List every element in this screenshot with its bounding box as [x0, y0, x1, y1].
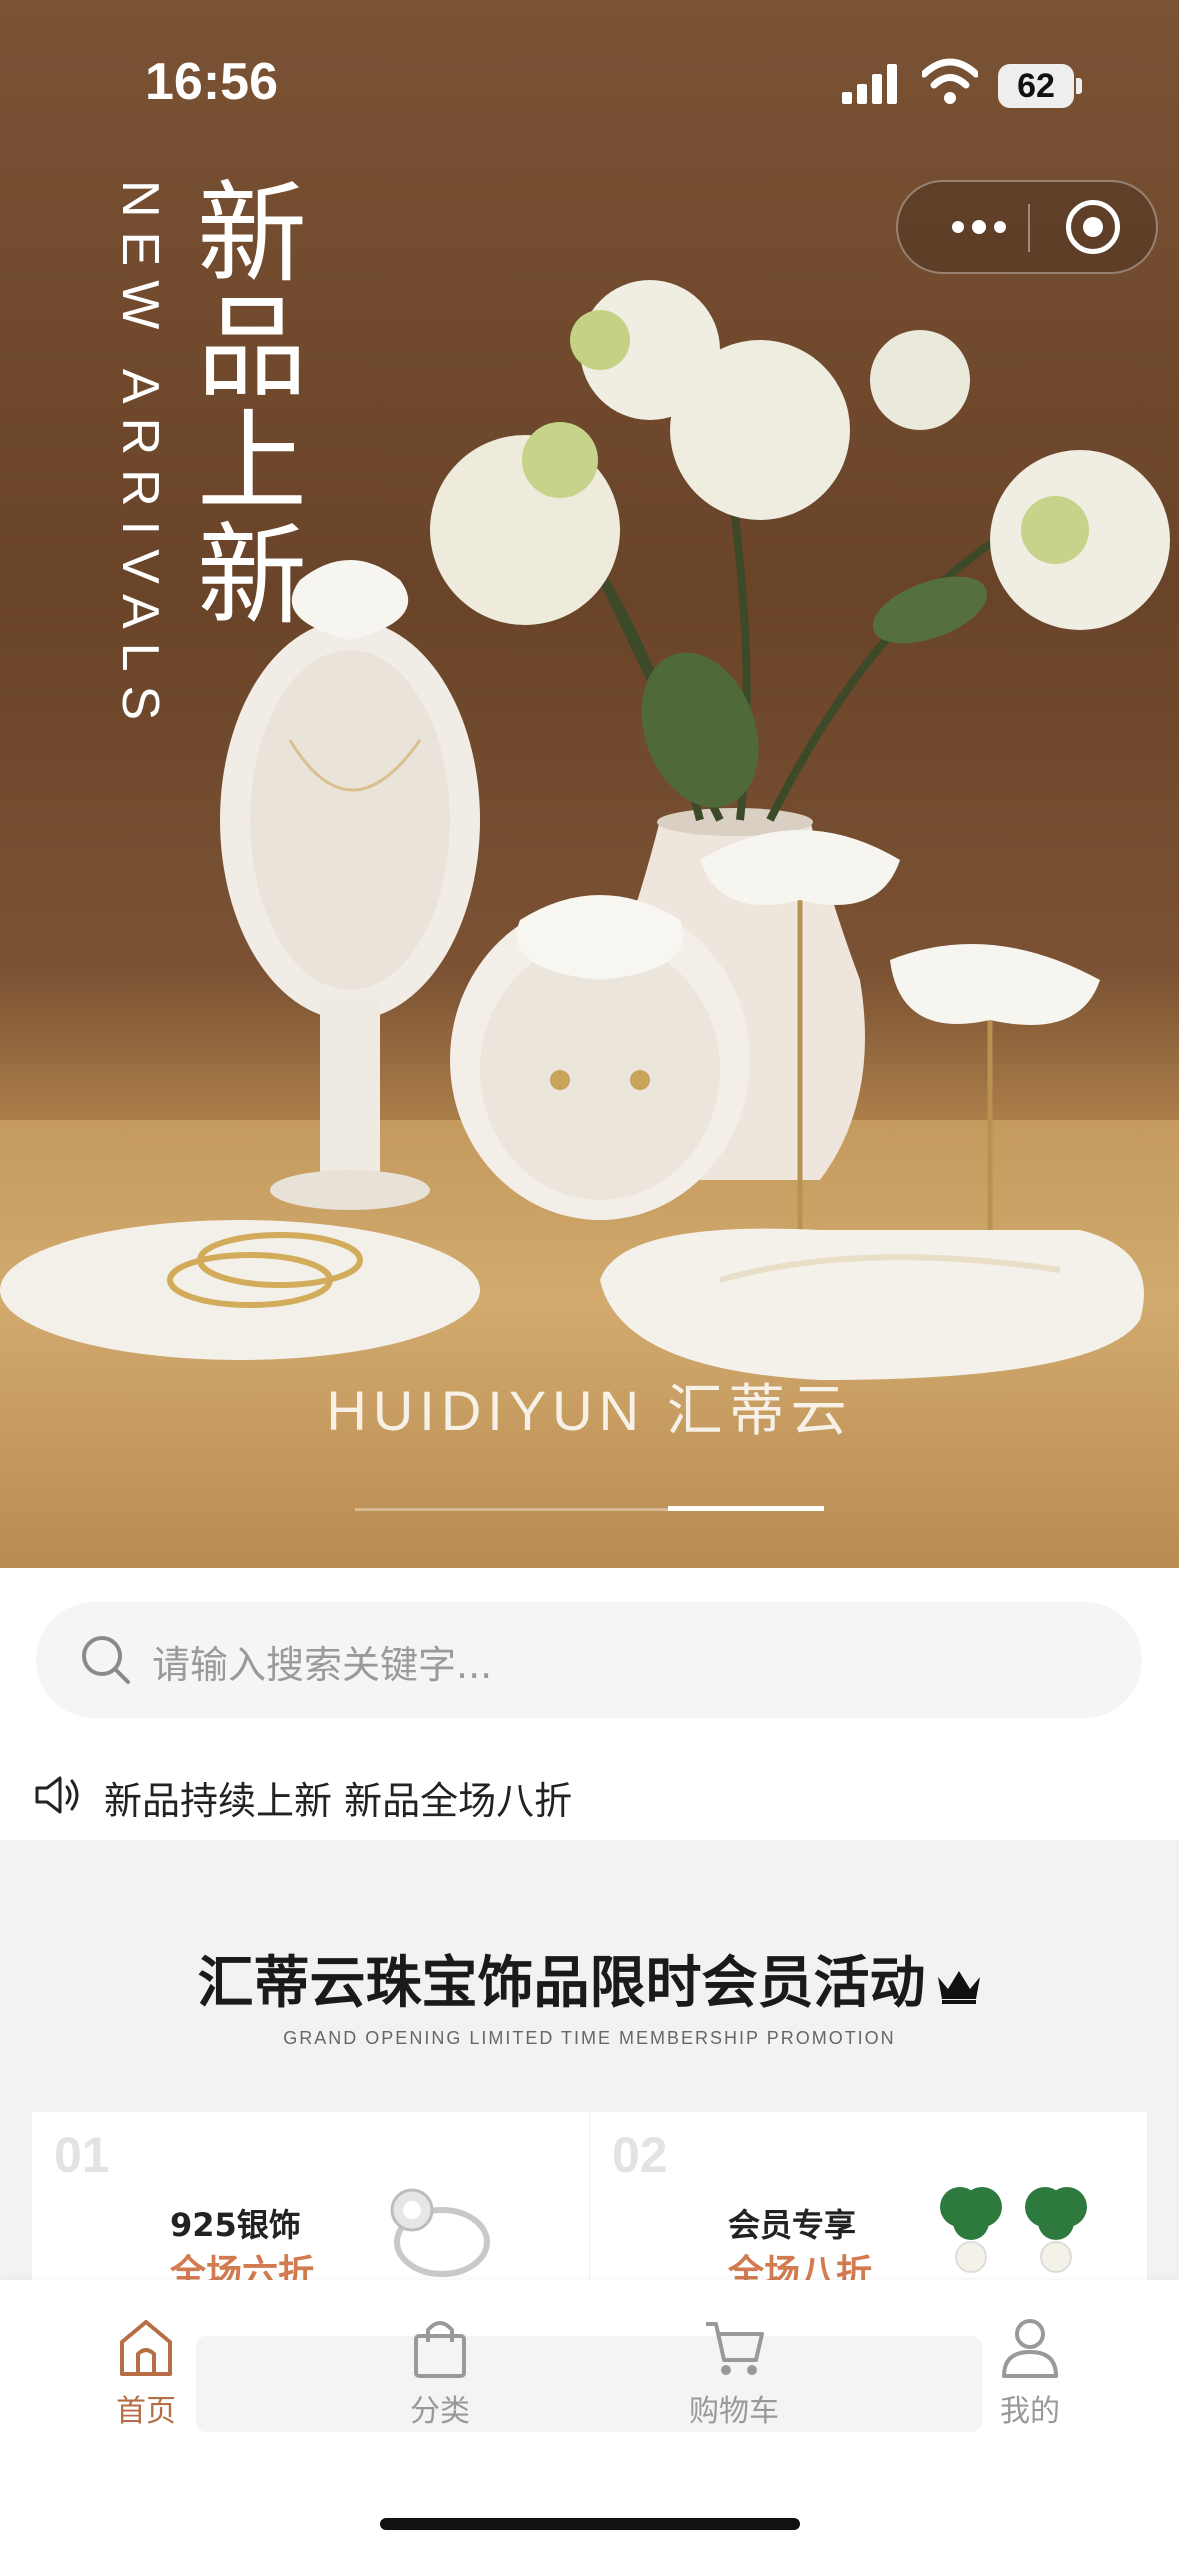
ring-image	[390, 2188, 490, 2277]
crown-icon	[937, 1970, 980, 2004]
card-number: 02	[612, 2127, 668, 2183]
tab-category[interactable]: 分类	[340, 2316, 540, 2429]
search-bar[interactable]: 请输入搜索关键字...	[36, 1602, 1142, 1718]
notice-text: 新品持续上新 新品全场八折	[104, 1779, 573, 1823]
tab-label: 购物车	[689, 2394, 779, 2429]
speaker-icon	[35, 1776, 79, 1814]
cart-icon	[706, 2322, 764, 2375]
battery-indicator: 62	[998, 64, 1074, 108]
more-icon[interactable]	[934, 182, 1024, 272]
promo-card-silver[interactable]: 01 925银饰 全场六折	[32, 2112, 589, 2294]
search-input[interactable]: 请输入搜索关键字...	[152, 1634, 492, 1689]
promo-card-member[interactable]: 02 会员专享 全场八折	[590, 2112, 1147, 2294]
hero-brand: HUIDIYUN 汇蒂云	[326, 1379, 853, 1442]
clover-earrings-image	[940, 2187, 1087, 2273]
tab-profile[interactable]: 我的	[930, 2316, 1130, 2429]
card-label: 925银饰	[170, 2206, 301, 2244]
hero-banner[interactable]: 16:56 62 新品上新 NEW ARRIVALS HUIDIYUN 汇蒂云	[0, 0, 1179, 1568]
search-icon	[82, 1636, 130, 1684]
close-target-icon[interactable]	[1066, 200, 1120, 254]
home-icon	[120, 2320, 172, 2376]
miniprogram-capsule	[896, 180, 1158, 274]
status-time: 16:56	[145, 53, 278, 111]
hero-subtitle: NEW ARRIVALS	[111, 180, 169, 735]
notice-bar[interactable]: 新品持续上新 新品全场八折	[0, 1750, 1179, 1840]
signal-icon	[842, 64, 897, 104]
home-indicator	[380, 2518, 800, 2530]
tab-home[interactable]: 首页	[46, 2316, 246, 2429]
hero-title: 新品上新	[178, 175, 306, 631]
carousel-indicator-active	[668, 1506, 824, 1511]
capsule-divider	[1028, 204, 1030, 252]
status-bar: 16:56 62	[0, 0, 1179, 150]
tab-label: 首页	[116, 2394, 176, 2429]
shopping-bag-icon	[414, 2321, 466, 2378]
wifi-icon	[922, 58, 978, 104]
promo-title-text: 汇蒂云珠宝饰品限时会员活动	[197, 1951, 926, 2016]
promo-section: 汇蒂云珠宝饰品限时会员活动 GRAND OPENING LIMITED TIME…	[0, 1840, 1179, 2294]
card-label: 会员专享	[728, 2206, 857, 2244]
user-icon	[1002, 2319, 1058, 2378]
promo-subtitle: GRAND OPENING LIMITED TIME MEMBERSHIP PR…	[283, 2028, 896, 2048]
tab-label: 分类	[410, 2394, 470, 2429]
hero-product-illustration	[0, 280, 1170, 1380]
promo-title: 汇蒂云珠宝饰品限时会员活动	[0, 1938, 1179, 2019]
tab-label: 我的	[1000, 2394, 1060, 2429]
card-number: 01	[54, 2127, 110, 2183]
tab-cart[interactable]: 购物车	[634, 2316, 834, 2429]
battery-tip	[1076, 78, 1082, 94]
faded-overlay-banner	[196, 2336, 982, 2432]
